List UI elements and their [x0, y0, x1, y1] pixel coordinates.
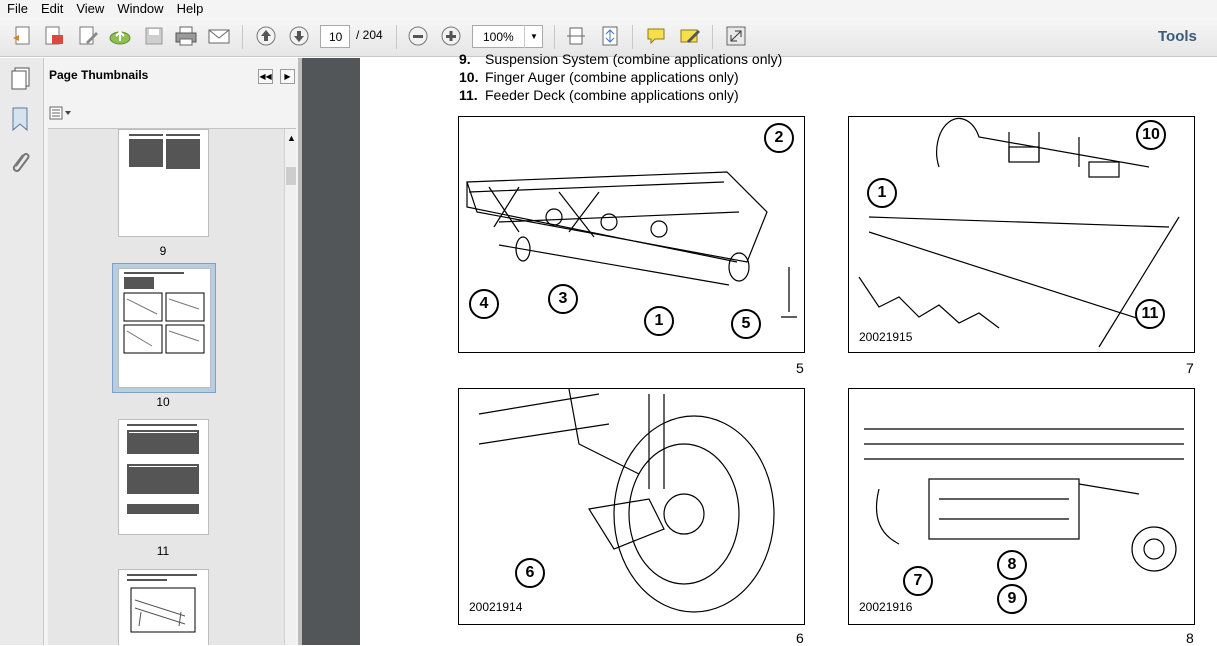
thumbnail-page-10[interactable]	[118, 268, 211, 388]
comment-icon[interactable]	[642, 23, 670, 49]
create-pdf-icon[interactable]	[8, 23, 36, 49]
save-icon[interactable]	[140, 23, 168, 49]
page-total: / 204	[356, 28, 383, 42]
scroll-up-icon[interactable]: ▲	[287, 133, 296, 143]
fullscreen-icon[interactable]	[722, 23, 750, 49]
callout: 6	[515, 558, 545, 588]
figure-suspension: 7 8 9 20021916	[848, 388, 1195, 625]
menu-view[interactable]: View	[69, 0, 110, 17]
edit-pdf-icon[interactable]	[74, 23, 102, 49]
chevron-down-icon[interactable]: ▼	[524, 25, 543, 48]
callout: 1	[644, 306, 674, 336]
callout: 3	[548, 284, 578, 314]
callout: 2	[764, 123, 794, 153]
callout: 1	[867, 178, 897, 208]
zoom-in-icon[interactable]	[437, 23, 465, 49]
callout: 7	[903, 566, 933, 596]
figure-header-overview: 2 4 3 1 5	[458, 116, 805, 353]
thumbnail-label: 10	[156, 395, 170, 409]
thumbnail-list: 9 10 11 ▲	[48, 128, 296, 645]
thumbnail-page-9[interactable]	[118, 129, 209, 237]
figure-feeder-deck: 10 1 11 20021915	[848, 116, 1195, 353]
list-item: 9. Suspension System (combine application…	[459, 51, 783, 67]
callout: 9	[997, 584, 1027, 614]
thumbnail-page-11[interactable]	[118, 419, 209, 535]
panel-title: Page Thumbnails	[49, 68, 149, 82]
fit-page-icon[interactable]	[596, 23, 624, 49]
chevron-right-icon[interactable]: ▶	[280, 69, 295, 84]
scroll-thumb[interactable]	[286, 167, 296, 185]
document-area: 9. Suspension System (combine application…	[302, 51, 1217, 646]
thumbnail-label: 9	[159, 244, 167, 258]
callout: 8	[997, 550, 1027, 580]
menu-window[interactable]: Window	[110, 0, 169, 17]
document-page: 9. Suspension System (combine application…	[360, 51, 1217, 646]
menu-edit[interactable]: Edit	[34, 0, 69, 17]
navigation-rail	[0, 58, 44, 645]
list-item: 10. Finger Auger (combine applications on…	[459, 69, 739, 85]
print-icon[interactable]	[172, 23, 200, 49]
bookmark-icon[interactable]	[10, 106, 30, 135]
figure-number: 6	[796, 630, 804, 646]
list-item: 11. Feeder Deck (combine applications onl…	[459, 87, 739, 103]
cloud-upload-icon[interactable]	[106, 23, 134, 49]
fit-width-icon[interactable]	[562, 23, 590, 49]
zoom-out-icon[interactable]	[404, 23, 432, 49]
options-menu-icon[interactable]	[49, 106, 73, 120]
page-number-input[interactable]: 10	[320, 25, 350, 48]
callout: 11	[1135, 299, 1165, 329]
figure-number: 8	[1186, 630, 1194, 646]
page-down-icon[interactable]	[285, 23, 313, 49]
figure-wheel: 6 20021914	[458, 388, 805, 625]
collapse-panel-icon[interactable]: ◀◀	[258, 69, 273, 84]
figure-code: 20021915	[859, 330, 913, 344]
callout: 4	[469, 289, 499, 319]
menu-bar: File Edit View Window Help	[0, 0, 1217, 17]
callout: 5	[731, 309, 761, 339]
export-pdf-icon[interactable]	[40, 23, 68, 49]
menu-file[interactable]: File	[0, 0, 34, 17]
thumbnail-scrollbar[interactable]: ▲	[284, 129, 296, 645]
thumbnail-label: 11	[156, 544, 170, 558]
page-thumbnails-icon[interactable]	[9, 66, 33, 93]
attachment-icon[interactable]	[8, 150, 32, 179]
figure-code: 20021916	[859, 600, 913, 614]
figure-number: 5	[796, 360, 804, 376]
figure-code: 20021914	[469, 600, 523, 614]
figure-number: 7	[1186, 360, 1194, 376]
sign-icon[interactable]	[676, 23, 704, 49]
thumbnail-page-12[interactable]	[118, 569, 209, 645]
callout: 10	[1136, 120, 1166, 150]
email-icon[interactable]	[205, 23, 233, 49]
page-up-icon[interactable]	[252, 23, 280, 49]
thumbnail-panel: Page Thumbnails ◀◀ ▶ 9 10 11 ▲	[44, 58, 299, 645]
menu-help[interactable]: Help	[170, 0, 210, 17]
tools-link[interactable]: Tools	[1158, 28, 1197, 45]
